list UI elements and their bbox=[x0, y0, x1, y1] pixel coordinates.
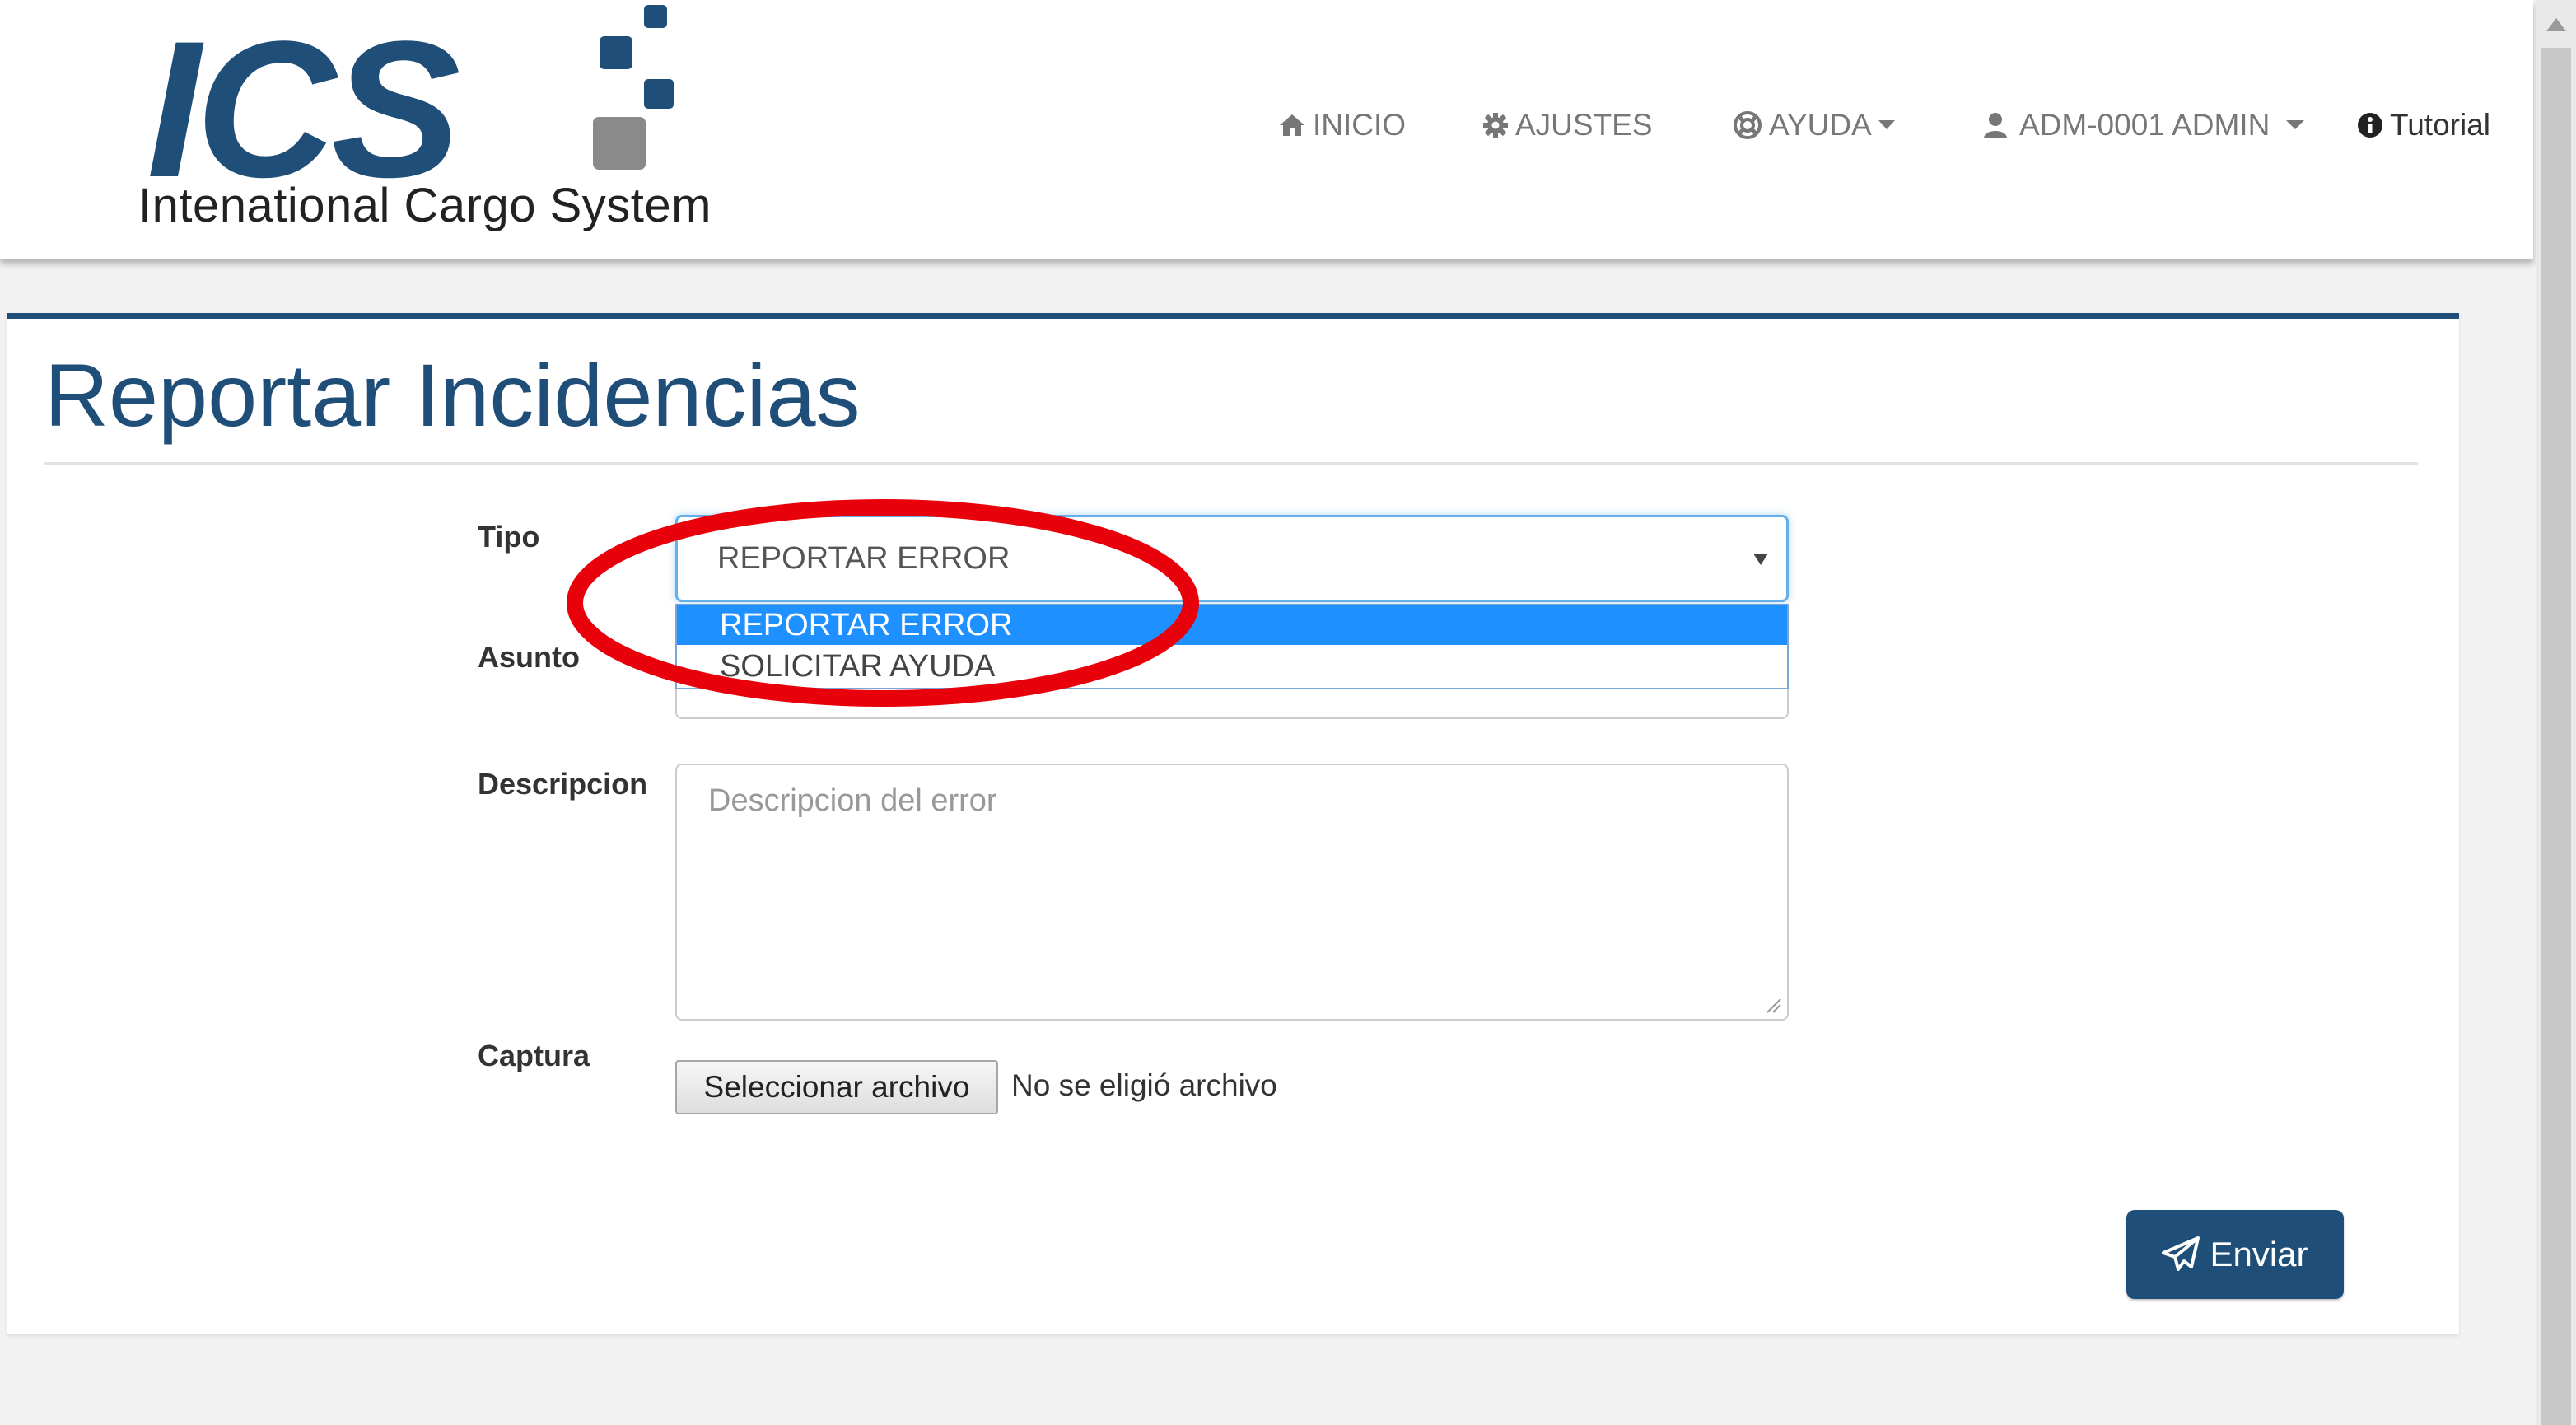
tipo-option-solicitar-ayuda[interactable]: SOLICITAR AYUDA bbox=[677, 647, 1787, 686]
nav-ayuda[interactable]: AYUDA bbox=[1733, 104, 1895, 147]
nav-tutorial-label: Tutorial bbox=[2390, 108, 2491, 142]
asunto-label: Asunto bbox=[478, 640, 580, 674]
tipo-dropdown-list[interactable]: REPORTAR ERROR SOLICITAR AYUDA bbox=[675, 604, 1789, 689]
descripcion-placeholder: Descripcion del error bbox=[708, 783, 997, 818]
nav-user-menu[interactable]: ADM-0001 ADMIN bbox=[1983, 104, 2305, 147]
descripcion-label: Descripcion bbox=[478, 767, 648, 801]
nav-inicio-label: INICIO bbox=[1313, 108, 1407, 142]
nav-tutorial[interactable]: Tutorial bbox=[2357, 104, 2490, 147]
logo-subtitle: Intenational Cargo System bbox=[138, 179, 712, 232]
tipo-label: Tipo bbox=[478, 520, 540, 554]
tipo-select-value: REPORTAR ERROR bbox=[717, 541, 1010, 576]
nav-ayuda-label: AYUDA bbox=[1769, 108, 1872, 142]
incidencias-panel: Reportar Incidencias Tipo REPORTAR ERROR… bbox=[7, 313, 2459, 1334]
nav-ajustes[interactable]: AJUSTES bbox=[1482, 104, 1653, 147]
caret-down-icon bbox=[1878, 120, 1895, 129]
user-icon bbox=[1984, 113, 2007, 138]
dropdown-arrow-icon[interactable] bbox=[1753, 554, 1768, 565]
paper-plane-icon bbox=[2162, 1236, 2200, 1271]
lifebuoy-icon bbox=[1734, 111, 1762, 139]
file-status-text: No se eligió archivo bbox=[1011, 1068, 1277, 1102]
tipo-select[interactable]: REPORTAR ERROR bbox=[675, 515, 1789, 602]
vertical-scrollbar[interactable] bbox=[2536, 0, 2576, 1425]
nav-user-label: ADM-0001 ADMIN bbox=[2019, 108, 2270, 142]
captura-label: Captura bbox=[478, 1039, 590, 1072]
nav-inicio[interactable]: INICIO bbox=[1278, 104, 1406, 147]
home-icon bbox=[1280, 114, 1304, 136]
title-divider bbox=[44, 462, 2418, 465]
info-icon bbox=[2358, 113, 2382, 138]
gear-icon bbox=[1483, 113, 1508, 138]
select-file-button[interactable]: Seleccionar archivo bbox=[675, 1060, 998, 1114]
page-title: Reportar Incidencias bbox=[44, 345, 861, 445]
scroll-up-arrow-icon[interactable] bbox=[2546, 18, 2566, 31]
descripcion-textarea[interactable]: Descripcion del error bbox=[675, 764, 1789, 1021]
scroll-thumb[interactable] bbox=[2541, 48, 2571, 1425]
enviar-label: Enviar bbox=[2210, 1235, 2308, 1273]
resize-grip-icon[interactable] bbox=[1764, 996, 1782, 1014]
enviar-button[interactable]: Enviar bbox=[2126, 1210, 2344, 1299]
tipo-option-reportar-error[interactable]: REPORTAR ERROR bbox=[677, 605, 1787, 645]
nav-ajustes-label: AJUSTES bbox=[1515, 108, 1653, 142]
caret-down-icon bbox=[2286, 120, 2305, 129]
top-navbar: ICS Intenational Cargo System INICIO AJU… bbox=[0, 0, 2533, 259]
